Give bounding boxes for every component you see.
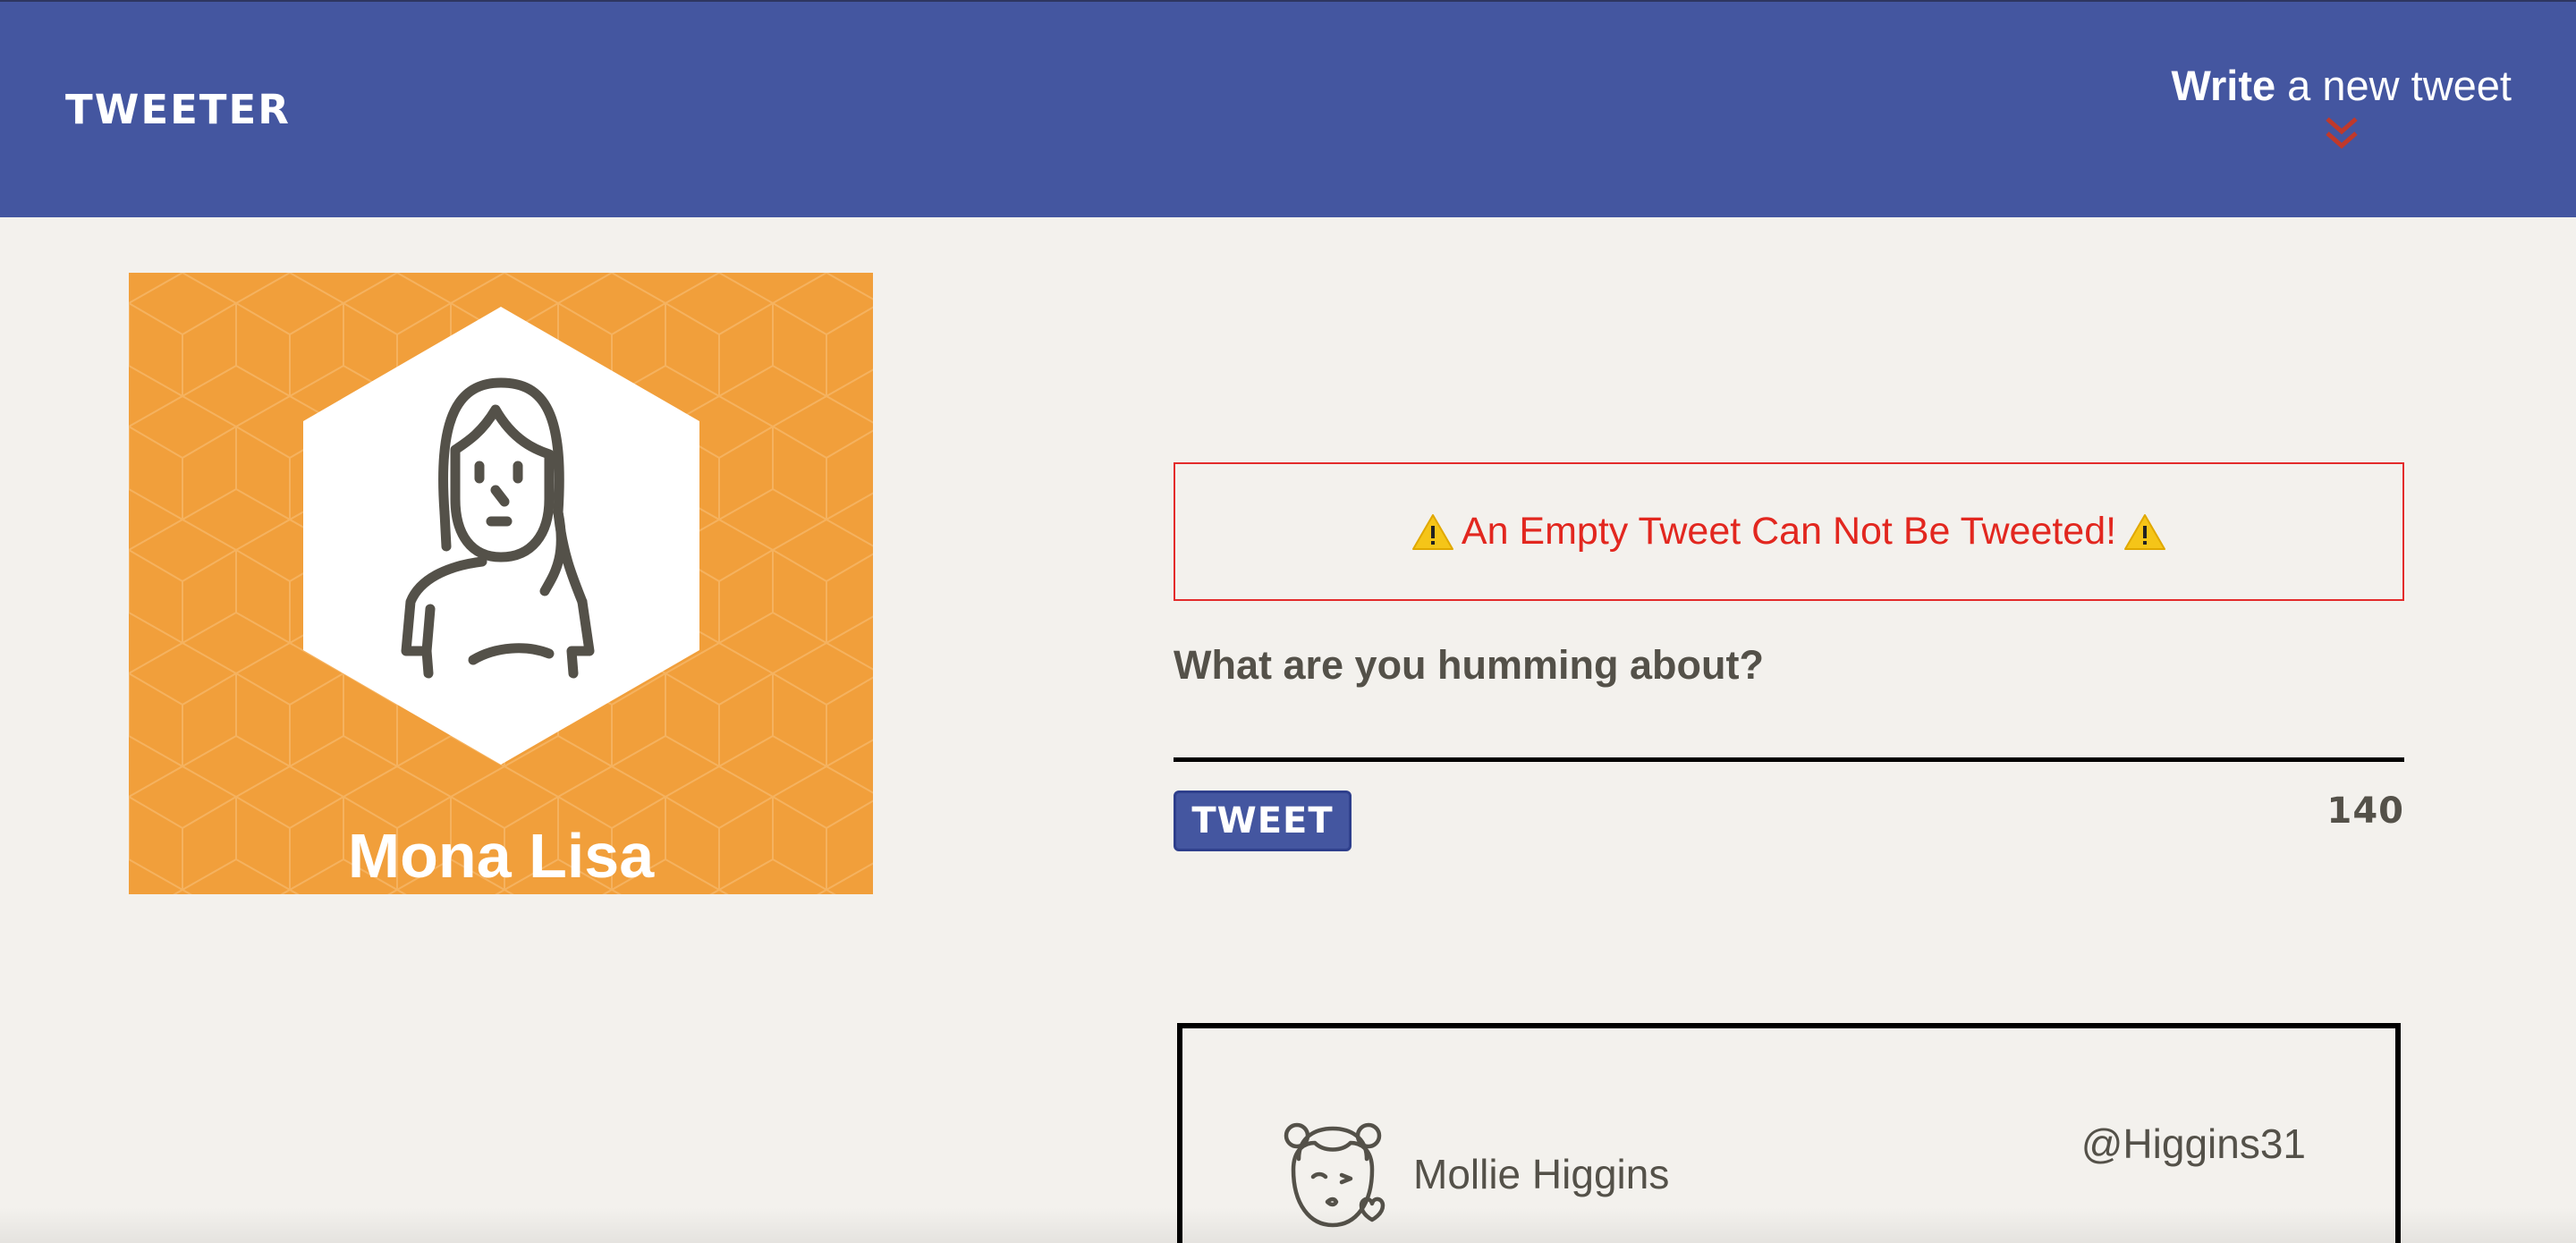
top-navbar: TWEETER Write a new tweet	[0, 0, 2576, 217]
warning-icon	[1411, 513, 1453, 550]
profile-card: Mona Lisa	[129, 273, 873, 894]
woman-avatar-icon	[303, 307, 699, 765]
brand-logo[interactable]: TWEETER	[65, 86, 291, 133]
girl-kiss-avatar-icon	[1284, 1122, 1385, 1228]
empty-tweet-error: An Empty Tweet Can Not Be Tweeted!	[1174, 462, 2404, 601]
tweet-card: Mollie Higgins @Higgins31	[1177, 1023, 2401, 1243]
composer-label: What are you humming about?	[1174, 642, 1764, 688]
profile-name: Mona Lisa	[347, 821, 655, 891]
warning-icon	[2124, 513, 2166, 550]
compose-toggle-text: a new tweet	[2275, 62, 2512, 109]
tweet-textarea[interactable]	[1174, 689, 2404, 762]
double-chevron-down-icon	[2326, 117, 2358, 149]
tweet-author-name: Mollie Higgins	[1413, 1151, 1670, 1197]
write-new-tweet-toggle[interactable]: Write a new tweet	[2171, 61, 2512, 151]
error-message: An Empty Tweet Can Not Be Tweeted!	[1461, 510, 2117, 553]
tweet-author-handle: @Higgins31	[2080, 1120, 2306, 1167]
char-counter: 140	[2326, 791, 2404, 832]
tweet-button[interactable]: TWEET	[1174, 791, 1352, 851]
compose-toggle-bold-text: Write	[2171, 62, 2276, 109]
